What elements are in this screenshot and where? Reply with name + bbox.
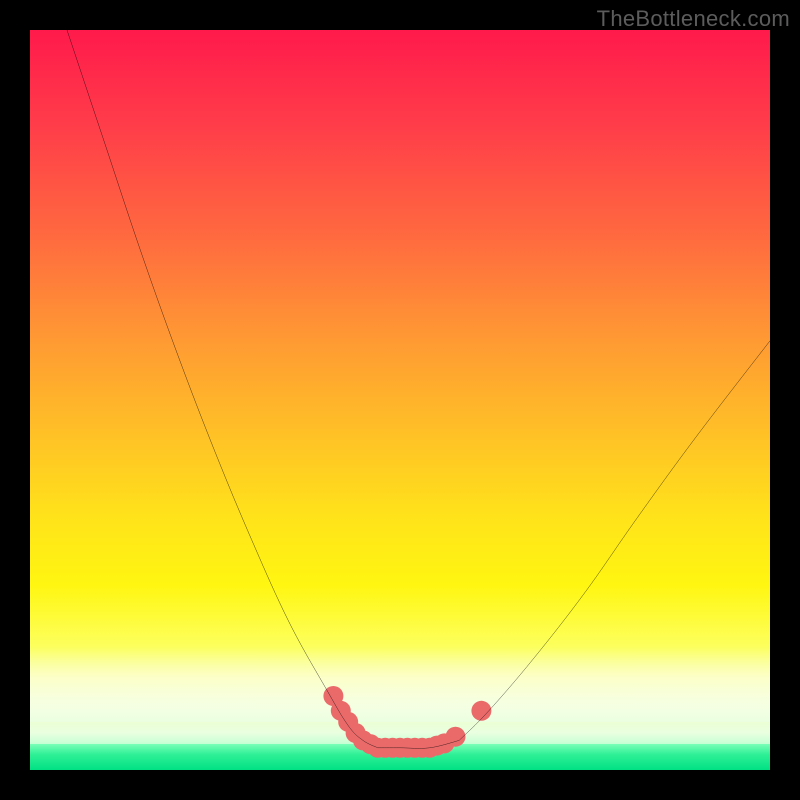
marker-dot (471, 701, 491, 721)
right-curve (459, 341, 770, 741)
marker-dot (446, 727, 466, 747)
left-curve (67, 30, 378, 748)
plot-area (30, 30, 770, 770)
chart-frame: TheBottleneck.com (0, 0, 800, 800)
curve-layer (30, 30, 770, 770)
marker-group (323, 686, 491, 758)
watermark-text: TheBottleneck.com (597, 6, 790, 32)
